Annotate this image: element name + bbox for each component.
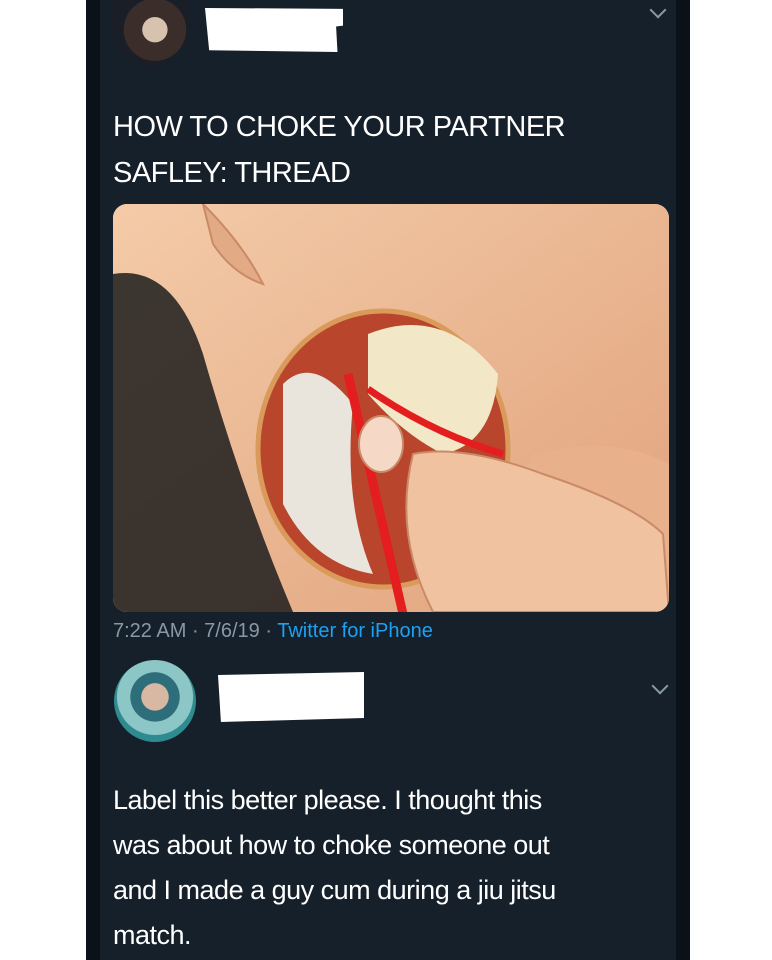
tweet-text: HOW TO CHOKE YOUR PARTNER SAFLEY: THREAD — [113, 104, 633, 196]
tweet-time: 7:22 AM — [113, 620, 187, 642]
tweet-date: 7/6/19 — [204, 620, 260, 642]
tweet-meta: 7:22 AM · 7/6/19 · Twitter for iPhone — [113, 620, 433, 643]
meta-separator: · — [186, 620, 205, 642]
reply-text-line: was about how to choke someone out — [113, 830, 550, 860]
reply-text-line: match. — [113, 920, 192, 950]
meta-separator: · — [259, 620, 278, 642]
redacted-username — [218, 672, 364, 722]
tweet-media-image[interactable] — [113, 204, 669, 612]
reply-text-line: Label this better please. I thought this — [113, 785, 542, 815]
screen-edge-left — [86, 0, 100, 960]
tweet-source-link[interactable]: Twitter for iPhone — [277, 620, 433, 642]
tweet-text-line: HOW TO CHOKE YOUR PARTNER — [113, 111, 566, 143]
reply-text-line: and I made a guy cum during a jiu jitsu — [113, 875, 556, 905]
screen-edge-right — [676, 0, 690, 960]
tweet-text-line: SAFLEY: THREAD — [113, 157, 351, 189]
redacted-username — [205, 8, 343, 52]
reply-text: Label this better please. I thought this… — [113, 778, 653, 958]
reply-author-avatar[interactable] — [114, 660, 196, 742]
neck-anatomy-illustration — [113, 204, 669, 612]
